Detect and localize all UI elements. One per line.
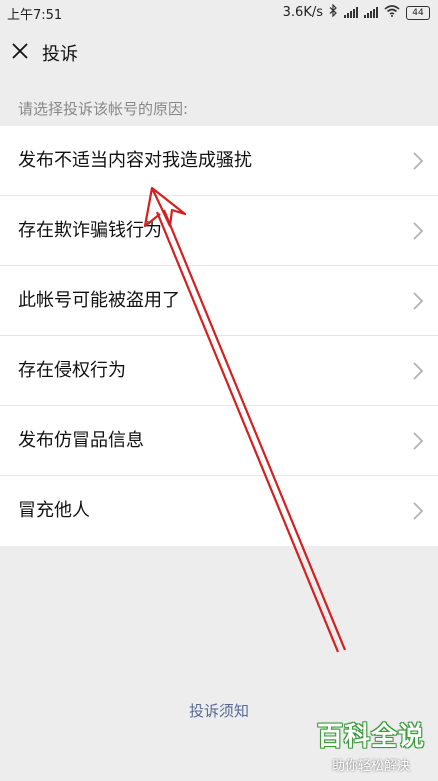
reason-label: 发布仿冒品信息 — [18, 430, 144, 451]
chevron-right-icon — [413, 432, 424, 450]
signal-icon — [344, 7, 358, 18]
reason-label: 存在侵权行为 — [18, 360, 126, 381]
close-icon[interactable] — [8, 39, 32, 63]
wifi-icon — [384, 4, 400, 21]
watermark-main-text: 百科全说 — [316, 722, 425, 752]
chevron-right-icon — [413, 222, 424, 240]
reason-label: 存在欺诈骗钱行为 — [18, 220, 162, 241]
reason-item-account-stolen[interactable]: 此帐号可能被盗用了 — [0, 266, 438, 336]
watermark-logo: 百科全说 助你轻松解决 — [310, 716, 432, 776]
reason-label: 此帐号可能被盗用了 — [18, 290, 180, 311]
chevron-right-icon — [413, 292, 424, 310]
reason-item-infringement[interactable]: 存在侵权行为 — [0, 336, 438, 406]
status-bar: 上午7:51 3.6K/s 44 — [0, 0, 438, 24]
page-title: 投诉 — [42, 44, 78, 65]
reason-item-harassment[interactable]: 发布不适当内容对我造成骚扰 — [0, 126, 438, 196]
reason-label: 发布不适当内容对我造成骚扰 — [18, 150, 252, 171]
chevron-right-icon — [413, 502, 424, 520]
reason-list: 发布不适当内容对我造成骚扰 存在欺诈骗钱行为 此帐号可能被盗用了 存在侵权行为 … — [0, 126, 438, 546]
watermark-sub-text: 助你轻松解决 — [331, 759, 410, 774]
reason-label: 冒充他人 — [18, 500, 90, 521]
battery-icon: 44 — [406, 5, 430, 20]
reason-item-fraud[interactable]: 存在欺诈骗钱行为 — [0, 196, 438, 266]
section-label: 请选择投诉该帐号的原因: — [18, 100, 189, 118]
status-time: 上午7:51 — [7, 8, 63, 23]
header: 投诉 — [0, 24, 438, 78]
chevron-right-icon — [413, 152, 424, 170]
reason-item-impersonation[interactable]: 冒充他人 — [0, 476, 438, 546]
status-icons: 3.6K/s 44 — [282, 3, 430, 21]
signal-icon — [364, 7, 378, 18]
bluetooth-icon — [329, 3, 338, 21]
network-speed: 3.6K/s — [282, 5, 323, 20]
reason-item-counterfeit[interactable]: 发布仿冒品信息 — [0, 406, 438, 476]
chevron-right-icon — [413, 362, 424, 380]
